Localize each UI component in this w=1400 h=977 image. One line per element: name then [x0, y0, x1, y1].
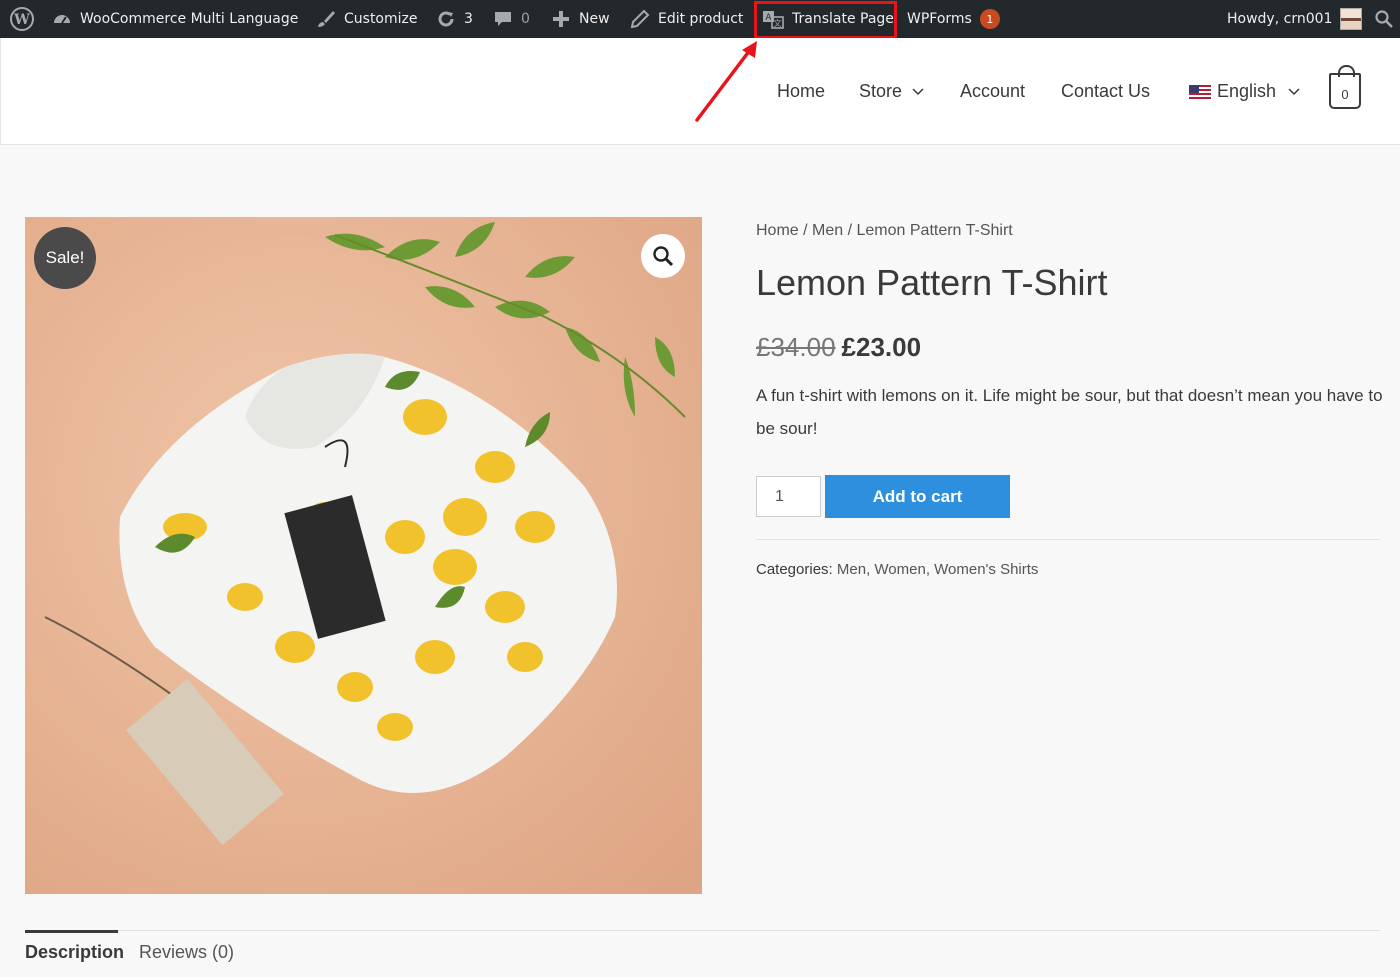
tab-description[interactable]: Description: [25, 942, 124, 963]
plus-icon: [553, 11, 569, 27]
nav-store[interactable]: Store: [859, 38, 924, 145]
sale-price: £23.00: [841, 332, 922, 362]
account-menu[interactable]: Howdy, crn001: [1227, 0, 1363, 38]
site-header: Home Store Account Contact Us English: [0, 38, 1400, 145]
notification-badge: 1: [979, 9, 1000, 29]
divider: [756, 539, 1380, 540]
nav-contact[interactable]: Contact Us: [1061, 38, 1150, 145]
admin-search-button[interactable]: [1374, 0, 1394, 38]
cart-count: 0: [1341, 86, 1349, 102]
categories-label: Categories:: [756, 561, 833, 578]
edit-product-label: Edit product: [658, 11, 744, 27]
customize-link[interactable]: Customize: [316, 0, 418, 38]
comments-link[interactable]: 0: [493, 0, 530, 38]
wordpress-icon: W: [10, 7, 34, 31]
cart-button[interactable]: 0: [1329, 65, 1361, 109]
breadcrumb-separator: /: [843, 222, 857, 239]
wpforms-label: WPForms: [907, 11, 972, 27]
language-label: English: [1217, 81, 1277, 101]
customize-label: Customize: [344, 11, 418, 27]
short-description: A fun t-shirt with lemons on it. Life mi…: [756, 386, 1383, 438]
howdy-label: Howdy, crn001: [1227, 11, 1333, 27]
product-title: Lemon Pattern T-Shirt: [756, 262, 1108, 303]
updates-icon: [438, 11, 454, 27]
svg-text:W: W: [13, 12, 30, 28]
comments-count: 0: [521, 11, 530, 27]
wordpress-menu[interactable]: W: [9, 0, 35, 38]
site-name-label: WooCommerce Multi Language: [80, 11, 299, 27]
brush-icon: [318, 11, 335, 27]
tab-reviews[interactable]: Reviews (0): [139, 942, 234, 963]
edit-product-link[interactable]: Edit product: [630, 0, 743, 38]
breadcrumb-category[interactable]: Men: [812, 222, 843, 239]
nav-home[interactable]: Home: [777, 38, 825, 145]
tabs-divider: [25, 930, 1380, 931]
zoom-icon: [653, 246, 674, 267]
nav-store-label: Store: [859, 81, 903, 101]
search-icon: [1375, 10, 1393, 28]
breadcrumb-current: Lemon Pattern T-Shirt: [856, 222, 1013, 239]
flag-us-icon: [1189, 84, 1211, 99]
tshirt-photo: [25, 217, 702, 894]
pencil-icon: [630, 9, 650, 29]
language-switcher[interactable]: English: [1189, 38, 1300, 145]
chevron-down-icon: [1288, 87, 1300, 95]
dashboard-icon: [54, 15, 70, 24]
translate-page-link[interactable]: A文 Translate Page: [762, 0, 894, 38]
active-tab-indicator: [25, 930, 118, 933]
breadcrumb-separator: /: [798, 222, 813, 239]
admin-bar: W WooCommerce Multi Language Customize 3…: [0, 0, 1400, 38]
translate-icon: A文: [763, 11, 784, 29]
chevron-down-icon: [912, 87, 924, 95]
updates-link[interactable]: 3: [436, 0, 473, 38]
old-price: £34.00: [756, 332, 836, 362]
zoom-button[interactable]: [641, 234, 685, 278]
site-name-link[interactable]: WooCommerce Multi Language: [52, 0, 298, 38]
product-image[interactable]: [25, 217, 702, 894]
quantity-input[interactable]: [756, 476, 821, 517]
category-links[interactable]: Men, Women, Women's Shirts: [837, 561, 1039, 578]
new-content-link[interactable]: New: [551, 0, 610, 38]
avatar: [1340, 8, 1363, 30]
svg-text:文: 文: [774, 18, 782, 28]
breadcrumb-home[interactable]: Home: [756, 222, 799, 239]
product-price: £34.00 £23.00: [756, 332, 921, 363]
new-label: New: [579, 11, 610, 27]
comment-icon: [495, 12, 511, 26]
wpforms-link[interactable]: WPForms 1: [907, 0, 1000, 38]
product-categories: Categories: Men, Women, Women's Shirts: [756, 561, 1038, 578]
add-to-cart-button[interactable]: Add to cart: [825, 475, 1010, 518]
nav-account[interactable]: Account: [960, 38, 1025, 145]
breadcrumb: Home / Men / Lemon Pattern T-Shirt: [756, 222, 1013, 240]
translate-page-label: Translate Page: [792, 11, 894, 27]
updates-count: 3: [464, 11, 473, 27]
sale-badge: Sale!: [34, 227, 96, 289]
